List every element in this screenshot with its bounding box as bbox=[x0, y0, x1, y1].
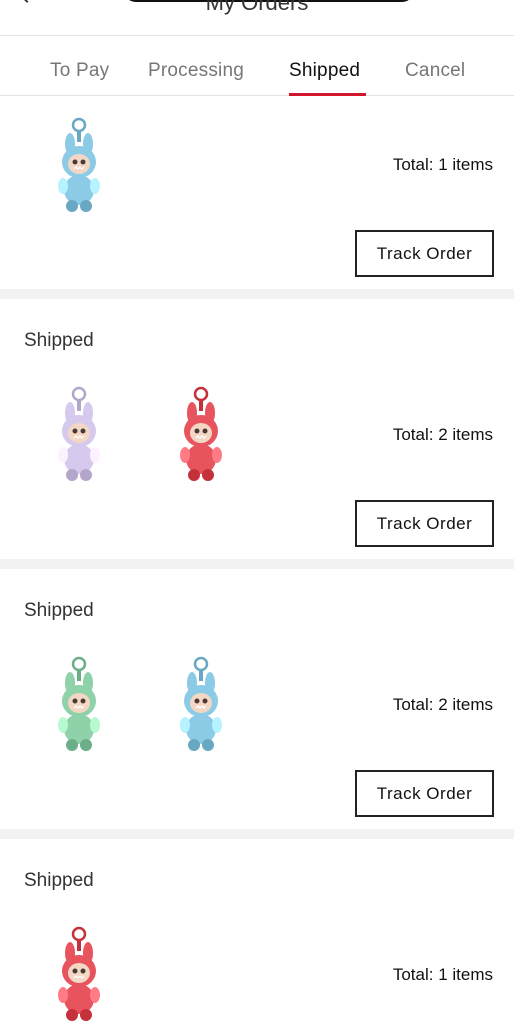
order-total: Total: 2 items bbox=[392, 425, 493, 444]
plush-doll-icon bbox=[58, 117, 100, 212]
page-title: My Orders bbox=[205, 0, 309, 15]
order-separator bbox=[0, 559, 514, 569]
order-total: Total: 1 items bbox=[392, 155, 493, 174]
order-separator bbox=[0, 289, 514, 299]
order-card: Shipped Total: 2 items Track Order bbox=[0, 569, 514, 829]
plush-doll-icon bbox=[58, 926, 100, 1021]
track-order-button[interactable]: Track Order bbox=[355, 230, 494, 277]
plush-doll-icon bbox=[58, 386, 100, 481]
order-status: Shipped bbox=[24, 870, 94, 891]
tab-to-pay[interactable]: To Pay bbox=[50, 60, 109, 82]
order-status: Shipped bbox=[24, 600, 94, 621]
product-thumbnail[interactable] bbox=[52, 655, 106, 755]
product-thumbnail[interactable] bbox=[174, 655, 228, 755]
tab-processing[interactable]: Processing bbox=[148, 60, 244, 82]
plush-doll-icon bbox=[58, 656, 100, 751]
product-thumbnail[interactable] bbox=[52, 925, 106, 1025]
order-card: Total: 1 items Track Order bbox=[0, 96, 514, 288]
tab-shipped[interactable]: Shipped bbox=[289, 60, 360, 82]
top-nav-bar: My Orders bbox=[0, 0, 514, 36]
product-thumbnail[interactable] bbox=[52, 385, 106, 485]
order-status-tabs: To Pay Processing Shipped Cancel bbox=[0, 36, 514, 96]
order-status: Shipped bbox=[24, 330, 94, 351]
product-thumbnail[interactable] bbox=[174, 385, 228, 485]
plush-doll-icon bbox=[180, 656, 222, 751]
order-total: Total: 1 items bbox=[392, 965, 493, 984]
order-separator bbox=[0, 829, 514, 839]
order-card: Shipped Total: 2 items Track Order bbox=[0, 299, 514, 559]
tab-cancel[interactable]: Cancel bbox=[405, 60, 465, 82]
track-order-button[interactable]: Track Order bbox=[355, 500, 494, 547]
order-total: Total: 2 items bbox=[392, 695, 493, 714]
plush-doll-icon bbox=[180, 386, 222, 481]
order-card: Shipped Total: 1 items bbox=[0, 839, 514, 1021]
track-order-button[interactable]: Track Order bbox=[355, 770, 494, 817]
product-thumbnail[interactable] bbox=[52, 116, 106, 216]
